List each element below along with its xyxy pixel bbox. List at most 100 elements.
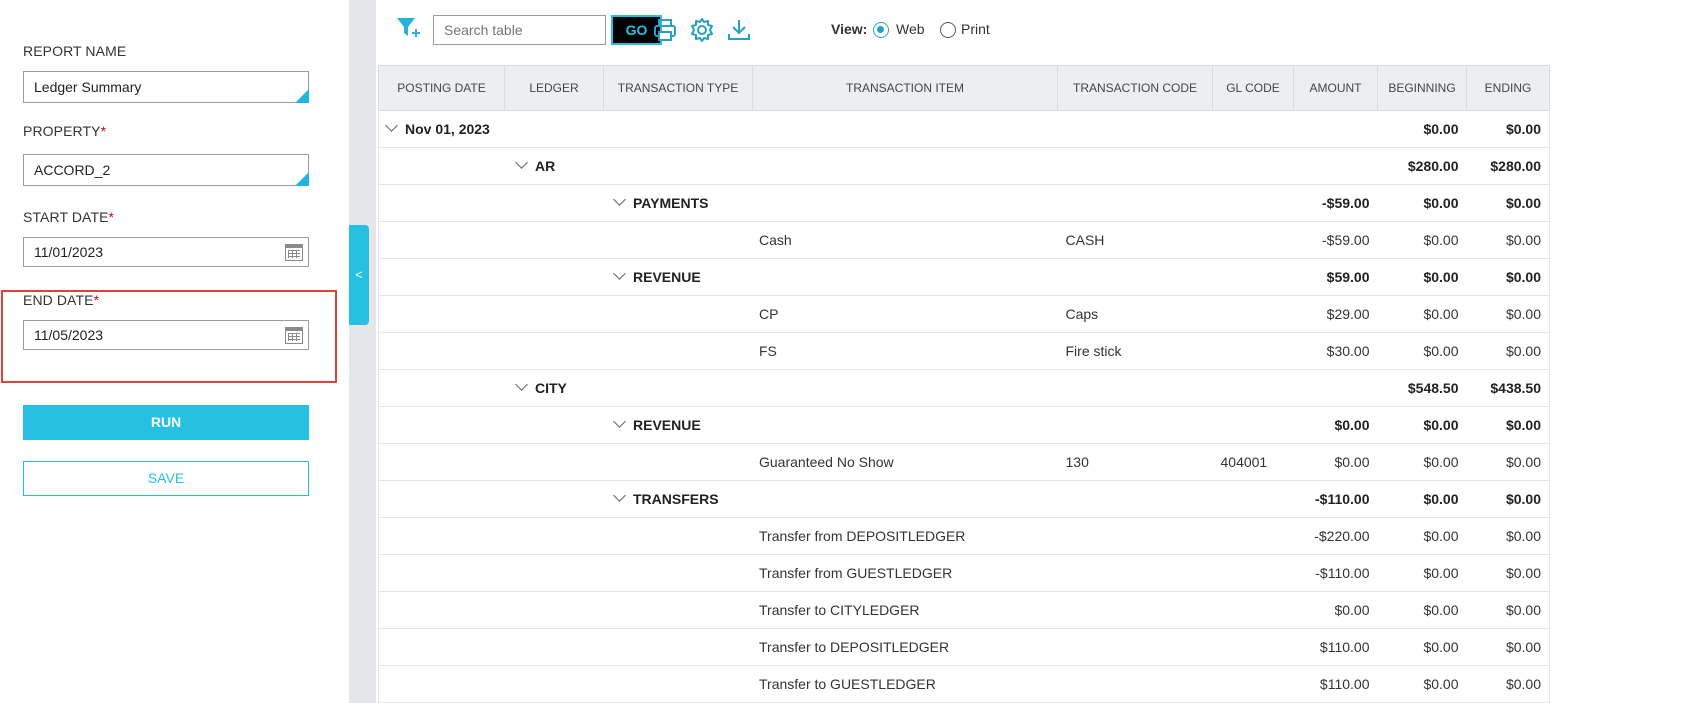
transaction-item: Transfer from DEPOSITLEDGER xyxy=(759,528,966,544)
amount-cell xyxy=(1293,147,1378,185)
group-label: TRANSFERS xyxy=(633,491,719,507)
view-web-radio[interactable] xyxy=(873,22,889,38)
calendar-icon[interactable] xyxy=(285,244,303,261)
search-input[interactable] xyxy=(433,15,606,45)
amount-cell: -$59.00 xyxy=(1293,221,1378,259)
view-web-label[interactable]: Web xyxy=(896,21,925,37)
gl-code-cell xyxy=(1212,332,1294,370)
ending-balance-cell: $0.00 xyxy=(1466,628,1550,666)
collapse-panel-button[interactable]: < xyxy=(349,225,369,325)
beginning-balance-cell: $0.00 xyxy=(1377,110,1467,148)
report-name-value: Ledger Summary xyxy=(34,79,142,95)
beginning-balance-cell: $0.00 xyxy=(1377,295,1467,333)
group-row: TRANSFERS -$110.00 $0.00 $0.00 xyxy=(378,480,1550,518)
beginning-balance-cell: $0.00 xyxy=(1377,628,1467,666)
chevron-down-icon[interactable] xyxy=(515,156,528,169)
amount-cell: -$220.00 xyxy=(1293,517,1378,555)
chevron-down-icon[interactable] xyxy=(613,489,626,502)
beginning-balance-cell: $0.00 xyxy=(1377,406,1467,444)
property-field[interactable]: ACCORD_2 xyxy=(23,154,309,186)
start-date-value: 11/01/2023 xyxy=(34,244,104,260)
table-row: Transfer to DEPOSITLEDGER $110.00 $0.00 $0.… xyxy=(378,628,1550,666)
row-label-cell: Transfer from GUESTLEDGER xyxy=(378,554,1058,592)
table-row: Transfer from GUESTLEDGER -$110.00 $0.00 $0… xyxy=(378,554,1550,592)
group-label: Nov 01, 2023 xyxy=(405,121,490,137)
column-header[interactable]: TRANSACTION ITEM xyxy=(752,65,1058,111)
transaction-item: FS xyxy=(759,343,777,359)
transaction-item: Transfer from GUESTLEDGER xyxy=(759,565,953,581)
chevron-down-icon[interactable] xyxy=(613,193,626,206)
amount-cell: $0.00 xyxy=(1293,591,1378,629)
row-label-cell: CITY xyxy=(378,369,1058,407)
beginning-balance-cell: $0.00 xyxy=(1377,554,1467,592)
required-marker: * xyxy=(100,123,107,139)
transaction-item: Guaranteed No Show xyxy=(759,454,894,470)
column-header[interactable]: TRANSACTION TYPE xyxy=(603,65,753,111)
print-icon[interactable] xyxy=(652,17,678,43)
chevron-down-icon[interactable] xyxy=(613,415,626,428)
gl-code-cell: 404001 xyxy=(1212,443,1294,481)
filter-add-icon[interactable] xyxy=(395,15,421,41)
ending-balance-cell: $0.00 xyxy=(1466,184,1550,222)
gear-icon[interactable] xyxy=(689,17,715,43)
calendar-icon[interactable] xyxy=(285,327,303,344)
ending-balance-cell: $438.50 xyxy=(1466,369,1550,407)
column-header[interactable]: TRANSACTION CODE xyxy=(1057,65,1213,111)
table-header-row: POSTING DATE LEDGER TRANSACTION TYPE TRA… xyxy=(378,65,1550,111)
gl-code-cell xyxy=(1212,110,1294,148)
chevron-down-icon[interactable] xyxy=(515,378,528,391)
column-header[interactable]: LEDGER xyxy=(504,65,604,111)
end-date-field[interactable]: 11/05/2023 xyxy=(23,320,309,350)
ending-balance-cell: $0.00 xyxy=(1466,480,1550,518)
gl-code-cell xyxy=(1212,554,1294,592)
transaction-code-cell xyxy=(1057,480,1213,518)
amount-cell xyxy=(1293,110,1378,148)
table-row: Transfer to GUESTLEDGER $110.00 $0.00 $0.00 xyxy=(378,665,1550,703)
download-icon[interactable] xyxy=(726,17,752,43)
start-date-label: START DATE* xyxy=(23,209,115,225)
ledger-summary-table: POSTING DATE LEDGER TRANSACTION TYPE TRA… xyxy=(378,65,1550,703)
transaction-code-cell: Fire stick xyxy=(1057,332,1213,370)
amount-cell: -$110.00 xyxy=(1293,480,1378,518)
transaction-item: Transfer to CITYLEDGER xyxy=(759,602,920,618)
save-button[interactable]: SAVE xyxy=(23,461,309,496)
gl-code-cell xyxy=(1212,295,1294,333)
row-label-cell: Nov 01, 2023 xyxy=(378,110,1058,148)
column-header[interactable]: BEGINNING xyxy=(1377,65,1467,111)
group-row: Nov 01, 2023 $0.00 $0.00 xyxy=(378,110,1550,148)
gl-code-cell xyxy=(1212,184,1294,222)
report-name-field[interactable]: Ledger Summary xyxy=(23,71,309,103)
gl-code-cell xyxy=(1212,628,1294,666)
row-label-cell: REVENUE xyxy=(378,406,1058,444)
table-row: FS Fire stick $30.00 $0.00 $0.00 xyxy=(378,332,1550,370)
ending-balance-cell: $0.00 xyxy=(1466,591,1550,629)
view-print-label[interactable]: Print xyxy=(961,21,990,37)
ending-balance-cell: $0.00 xyxy=(1466,665,1550,703)
resize-corner-icon xyxy=(295,89,309,103)
column-header[interactable]: POSTING DATE xyxy=(378,65,505,111)
row-label-cell: Transfer to GUESTLEDGER xyxy=(378,665,1058,703)
transaction-code-cell xyxy=(1057,258,1213,296)
beginning-balance-cell: $0.00 xyxy=(1377,665,1467,703)
view-label: View: xyxy=(831,21,868,37)
transaction-code-cell xyxy=(1057,554,1213,592)
table-row: Transfer from DEPOSITLEDGER -$220.00 $0.00… xyxy=(378,517,1550,555)
column-header[interactable]: ENDING xyxy=(1466,65,1550,111)
report-name-label: REPORT NAME xyxy=(23,43,127,59)
view-print-radio[interactable] xyxy=(940,22,956,38)
column-header[interactable]: GL CODE xyxy=(1212,65,1294,111)
start-date-field[interactable]: 11/01/2023 xyxy=(23,237,309,267)
row-label-cell: FS xyxy=(378,332,1058,370)
transaction-code-cell: CASH xyxy=(1057,221,1213,259)
chevron-down-icon[interactable] xyxy=(385,119,398,132)
gl-code-cell xyxy=(1212,665,1294,703)
group-row: PAYMENTS -$59.00 $0.00 $0.00 xyxy=(378,184,1550,222)
transaction-code-cell xyxy=(1057,184,1213,222)
amount-cell: $110.00 xyxy=(1293,665,1378,703)
amount-cell xyxy=(1293,369,1378,407)
column-header[interactable]: AMOUNT xyxy=(1293,65,1378,111)
ending-balance-cell: $0.00 xyxy=(1466,406,1550,444)
gl-code-cell xyxy=(1212,369,1294,407)
run-button[interactable]: RUN xyxy=(23,405,309,440)
chevron-down-icon[interactable] xyxy=(613,267,626,280)
